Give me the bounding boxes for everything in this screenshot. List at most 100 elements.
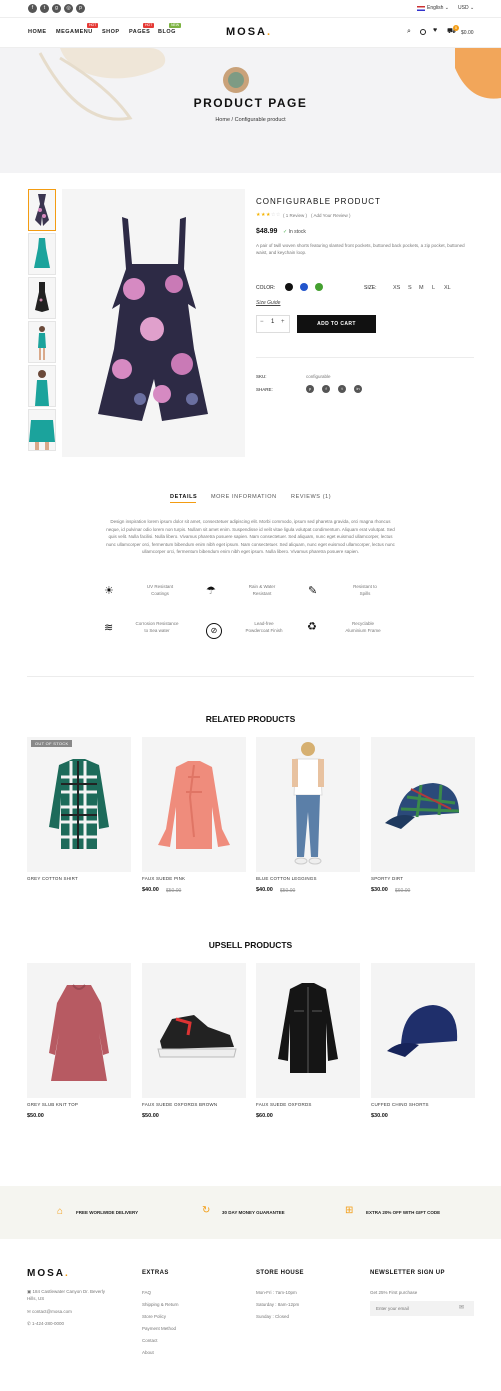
thumbnail-2[interactable] [28, 233, 56, 275]
product-card[interactable] [256, 737, 360, 872]
out-of-stock-badge: OUT OF STOCK [31, 740, 73, 747]
add-to-cart-button[interactable]: ADD TO CART [297, 315, 376, 333]
product-card[interactable] [256, 963, 360, 1098]
product-card[interactable] [142, 737, 246, 872]
feature-line: UV Resistant [146, 584, 174, 589]
tab-details[interactable]: DETAILS [170, 494, 197, 500]
product-name[interactable]: BLUE COTTON LEGGINGS [256, 876, 317, 881]
footer-link[interactable]: Payment Method [142, 1326, 176, 1331]
product-name[interactable]: CUFFED CHINO SHORTS [371, 1102, 429, 1107]
nav-pages[interactable]: PAGES [129, 29, 150, 35]
feature-lead-free: Lead-free Powdercoat Finish [234, 620, 294, 634]
nav-megamenu[interactable]: MEGAMENU [56, 29, 93, 35]
product-price: $30.00 [371, 1113, 388, 1119]
footer-link[interactable]: About [142, 1350, 154, 1355]
review-link[interactable]: ( 1 Review ) [283, 213, 307, 218]
stock-status: ✓ In stock [283, 229, 306, 235]
tab-more-information[interactable]: MORE INFORMATION [211, 494, 277, 500]
facebook-share-icon[interactable]: f [322, 385, 330, 393]
site-logo[interactable]: MOSA. [226, 26, 272, 38]
size-option[interactable]: M [419, 285, 424, 291]
currency-select[interactable]: USD ⌄ [458, 5, 474, 11]
romper-main-image [98, 217, 208, 421]
footer-address: ▣ 184 Castlewater Canyon Dr. Beverly Hil… [27, 1288, 107, 1302]
search-icon[interactable]: ⌕ [407, 28, 411, 36]
thumbnail-3[interactable] [28, 277, 56, 319]
add-review-link[interactable]: ( Add Your Review ) [311, 213, 351, 218]
breadcrumb-separator: / [231, 117, 234, 123]
product-description: A pair of twill woven shorts featuring s… [256, 243, 465, 255]
product-name[interactable]: FAUX SUEDE OXFORDS BROWN [142, 1102, 217, 1107]
thumbnail-6[interactable] [28, 409, 56, 451]
footer-link[interactable]: Store Policy [142, 1314, 166, 1319]
footer-logo[interactable]: MOSA. [27, 1268, 70, 1279]
thumbnail-5[interactable] [28, 365, 56, 407]
product-card[interactable] [27, 963, 131, 1098]
product-old-price: $50.00 [280, 888, 296, 894]
pinterest-icon[interactable]: p [76, 4, 85, 13]
thumbnail-4[interactable] [28, 321, 56, 363]
linkedin-share-icon[interactable]: in [354, 385, 362, 393]
lead-free-icon: ⊘ [206, 623, 222, 639]
language-select[interactable]: English ⌄ [427, 5, 449, 11]
size-option[interactable]: L [432, 285, 435, 291]
footer-email[interactable]: ✉ contact@mosa.com [27, 1309, 72, 1315]
facebook-icon[interactable]: f [28, 4, 37, 13]
product-card[interactable] [371, 963, 475, 1098]
product-name[interactable]: SPORTY DIRT [371, 876, 403, 881]
email-text: contact@mosa.com [32, 1309, 72, 1314]
size-option[interactable]: XL [444, 285, 451, 291]
pinterest-share-icon[interactable]: p [306, 385, 314, 393]
currency-label: USD [458, 5, 469, 11]
user-icon[interactable] [420, 29, 426, 35]
stock-label: In stock [288, 229, 306, 235]
color-swatch-blue[interactable] [300, 283, 308, 291]
plaid-shirt-image [49, 759, 109, 849]
nav-blog[interactable]: BLOG [158, 29, 176, 35]
product-name[interactable]: FAUX SUEDE OXFORDS [256, 1102, 312, 1107]
color-swatch-black[interactable] [285, 283, 293, 291]
model-leggings-image [292, 742, 324, 865]
service-guarantee: 30 DAY MONEY GUARANTEE [222, 1210, 285, 1215]
product-name[interactable]: GREY SLUB KNIT TOP [27, 1102, 78, 1107]
nav-shop[interactable]: SHOP [102, 29, 120, 35]
wishlist-icon[interactable]: ♥ [433, 27, 437, 34]
nav-home[interactable]: HOME [28, 29, 47, 35]
google-plus-icon[interactable]: g [52, 4, 61, 13]
plaid-cap-image [385, 783, 460, 829]
size-option[interactable]: XS [393, 285, 400, 291]
breadcrumb-current: Configurable product [234, 117, 286, 123]
instagram-icon[interactable]: ◎ [64, 4, 73, 13]
qty-input[interactable]: 1 [271, 319, 274, 325]
qty-minus-button[interactable]: − [260, 319, 264, 325]
tab-reviews[interactable]: REVIEWS (1) [291, 494, 331, 500]
page-title: PRODUCT PAGE [193, 96, 308, 110]
cart-total[interactable]: $0.00 [461, 30, 474, 36]
qty-plus-button[interactable]: + [281, 319, 285, 325]
footer-link[interactable]: Contact [142, 1338, 158, 1343]
footer-link[interactable]: FAQ [142, 1290, 151, 1295]
thumbnail-1[interactable] [28, 189, 56, 231]
twitter-share-icon[interactable]: t [338, 385, 346, 393]
tab-content: Design inspiration lorem ipsum dolor sit… [106, 519, 395, 554]
send-icon[interactable]: ✉ [459, 1304, 464, 1311]
product-card[interactable] [27, 737, 131, 872]
footer-phone[interactable]: ✆ 1-424-280-0000 [27, 1321, 64, 1327]
main-product-image[interactable] [62, 189, 245, 457]
twitter-icon[interactable]: t [40, 4, 49, 13]
feature-line: Corrosion Resistance [135, 621, 179, 626]
product-card[interactable] [142, 963, 246, 1098]
color-swatch-green[interactable] [315, 283, 323, 291]
product-price: $60.00 [256, 1113, 273, 1119]
footer-link[interactable]: Shipping & Return [142, 1302, 179, 1307]
logo-text: MOSA [226, 26, 267, 38]
size-option[interactable]: S [408, 285, 412, 291]
size-guide-link[interactable]: Size Guide [256, 300, 280, 306]
breadcrumb-home[interactable]: Home [215, 117, 230, 123]
store-hours: Saturday : 8am-12pm [256, 1302, 300, 1307]
product-name[interactable]: GREY COTTON SHIRT [27, 876, 78, 881]
cart-count: 0 [453, 25, 459, 31]
sku-value: configurable [306, 374, 331, 379]
product-card[interactable] [371, 737, 475, 872]
product-name[interactable]: FAUX SUEDE PINK [142, 876, 185, 881]
